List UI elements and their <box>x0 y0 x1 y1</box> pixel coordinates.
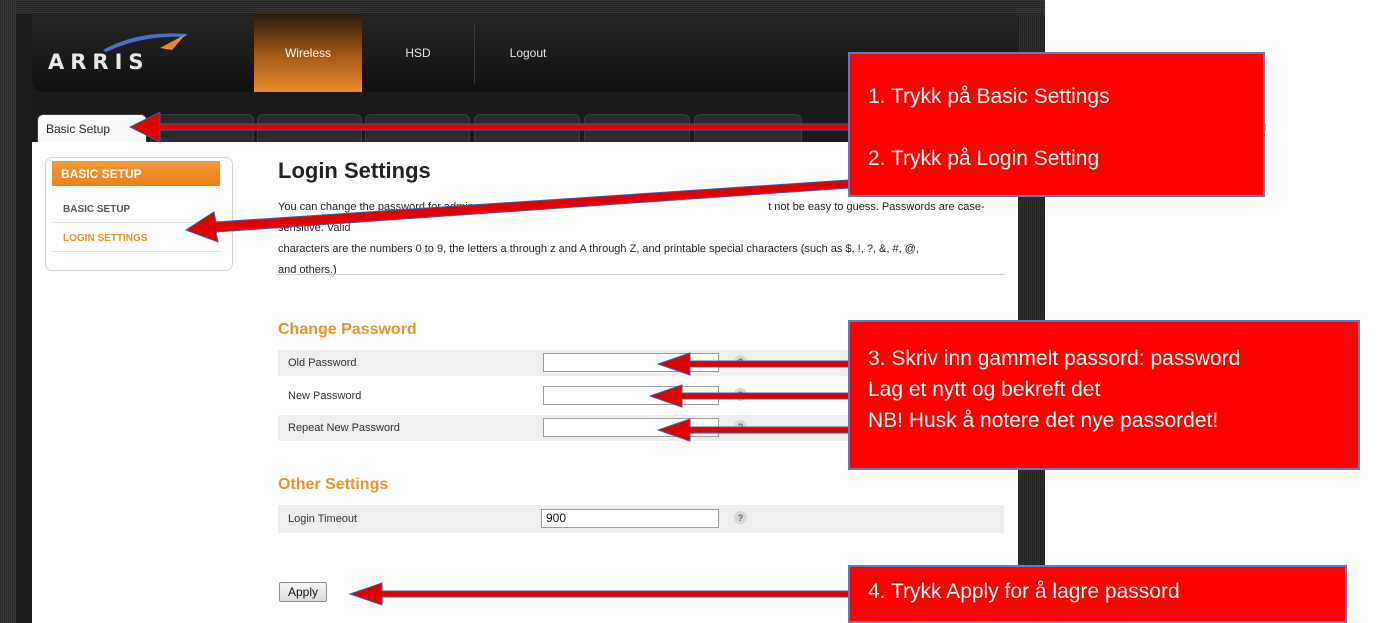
callout-text: 1. Trykk på Basic Settings <box>868 85 1110 108</box>
callout-text: NB! Husk å notere det nye passordet! <box>868 409 1219 432</box>
arrow-3c-icon <box>656 418 851 442</box>
arrow-3a-icon <box>656 352 851 376</box>
callout-text: Lag et nytt og bekreft det <box>868 378 1101 401</box>
callout-text: 2. Trykk på Login Setting <box>868 147 1100 170</box>
callout-text: 4. Trykk Apply for å lagre passord <box>868 580 1180 603</box>
callout-text: 3. Skriv inn gammelt passord: password <box>868 347 1241 370</box>
callout-step-3: 3. Skriv inn gammelt passord: password L… <box>848 320 1360 470</box>
callout-step-4: 4. Trykk Apply for å lagre passord <box>848 565 1347 623</box>
callout-steps-1-2: 1. Trykk på Basic Settings 2. Trykk på L… <box>848 52 1265 197</box>
arrow-2-icon <box>184 179 850 243</box>
arrow-4-icon <box>348 582 851 606</box>
arrow-3b-icon <box>648 384 851 408</box>
